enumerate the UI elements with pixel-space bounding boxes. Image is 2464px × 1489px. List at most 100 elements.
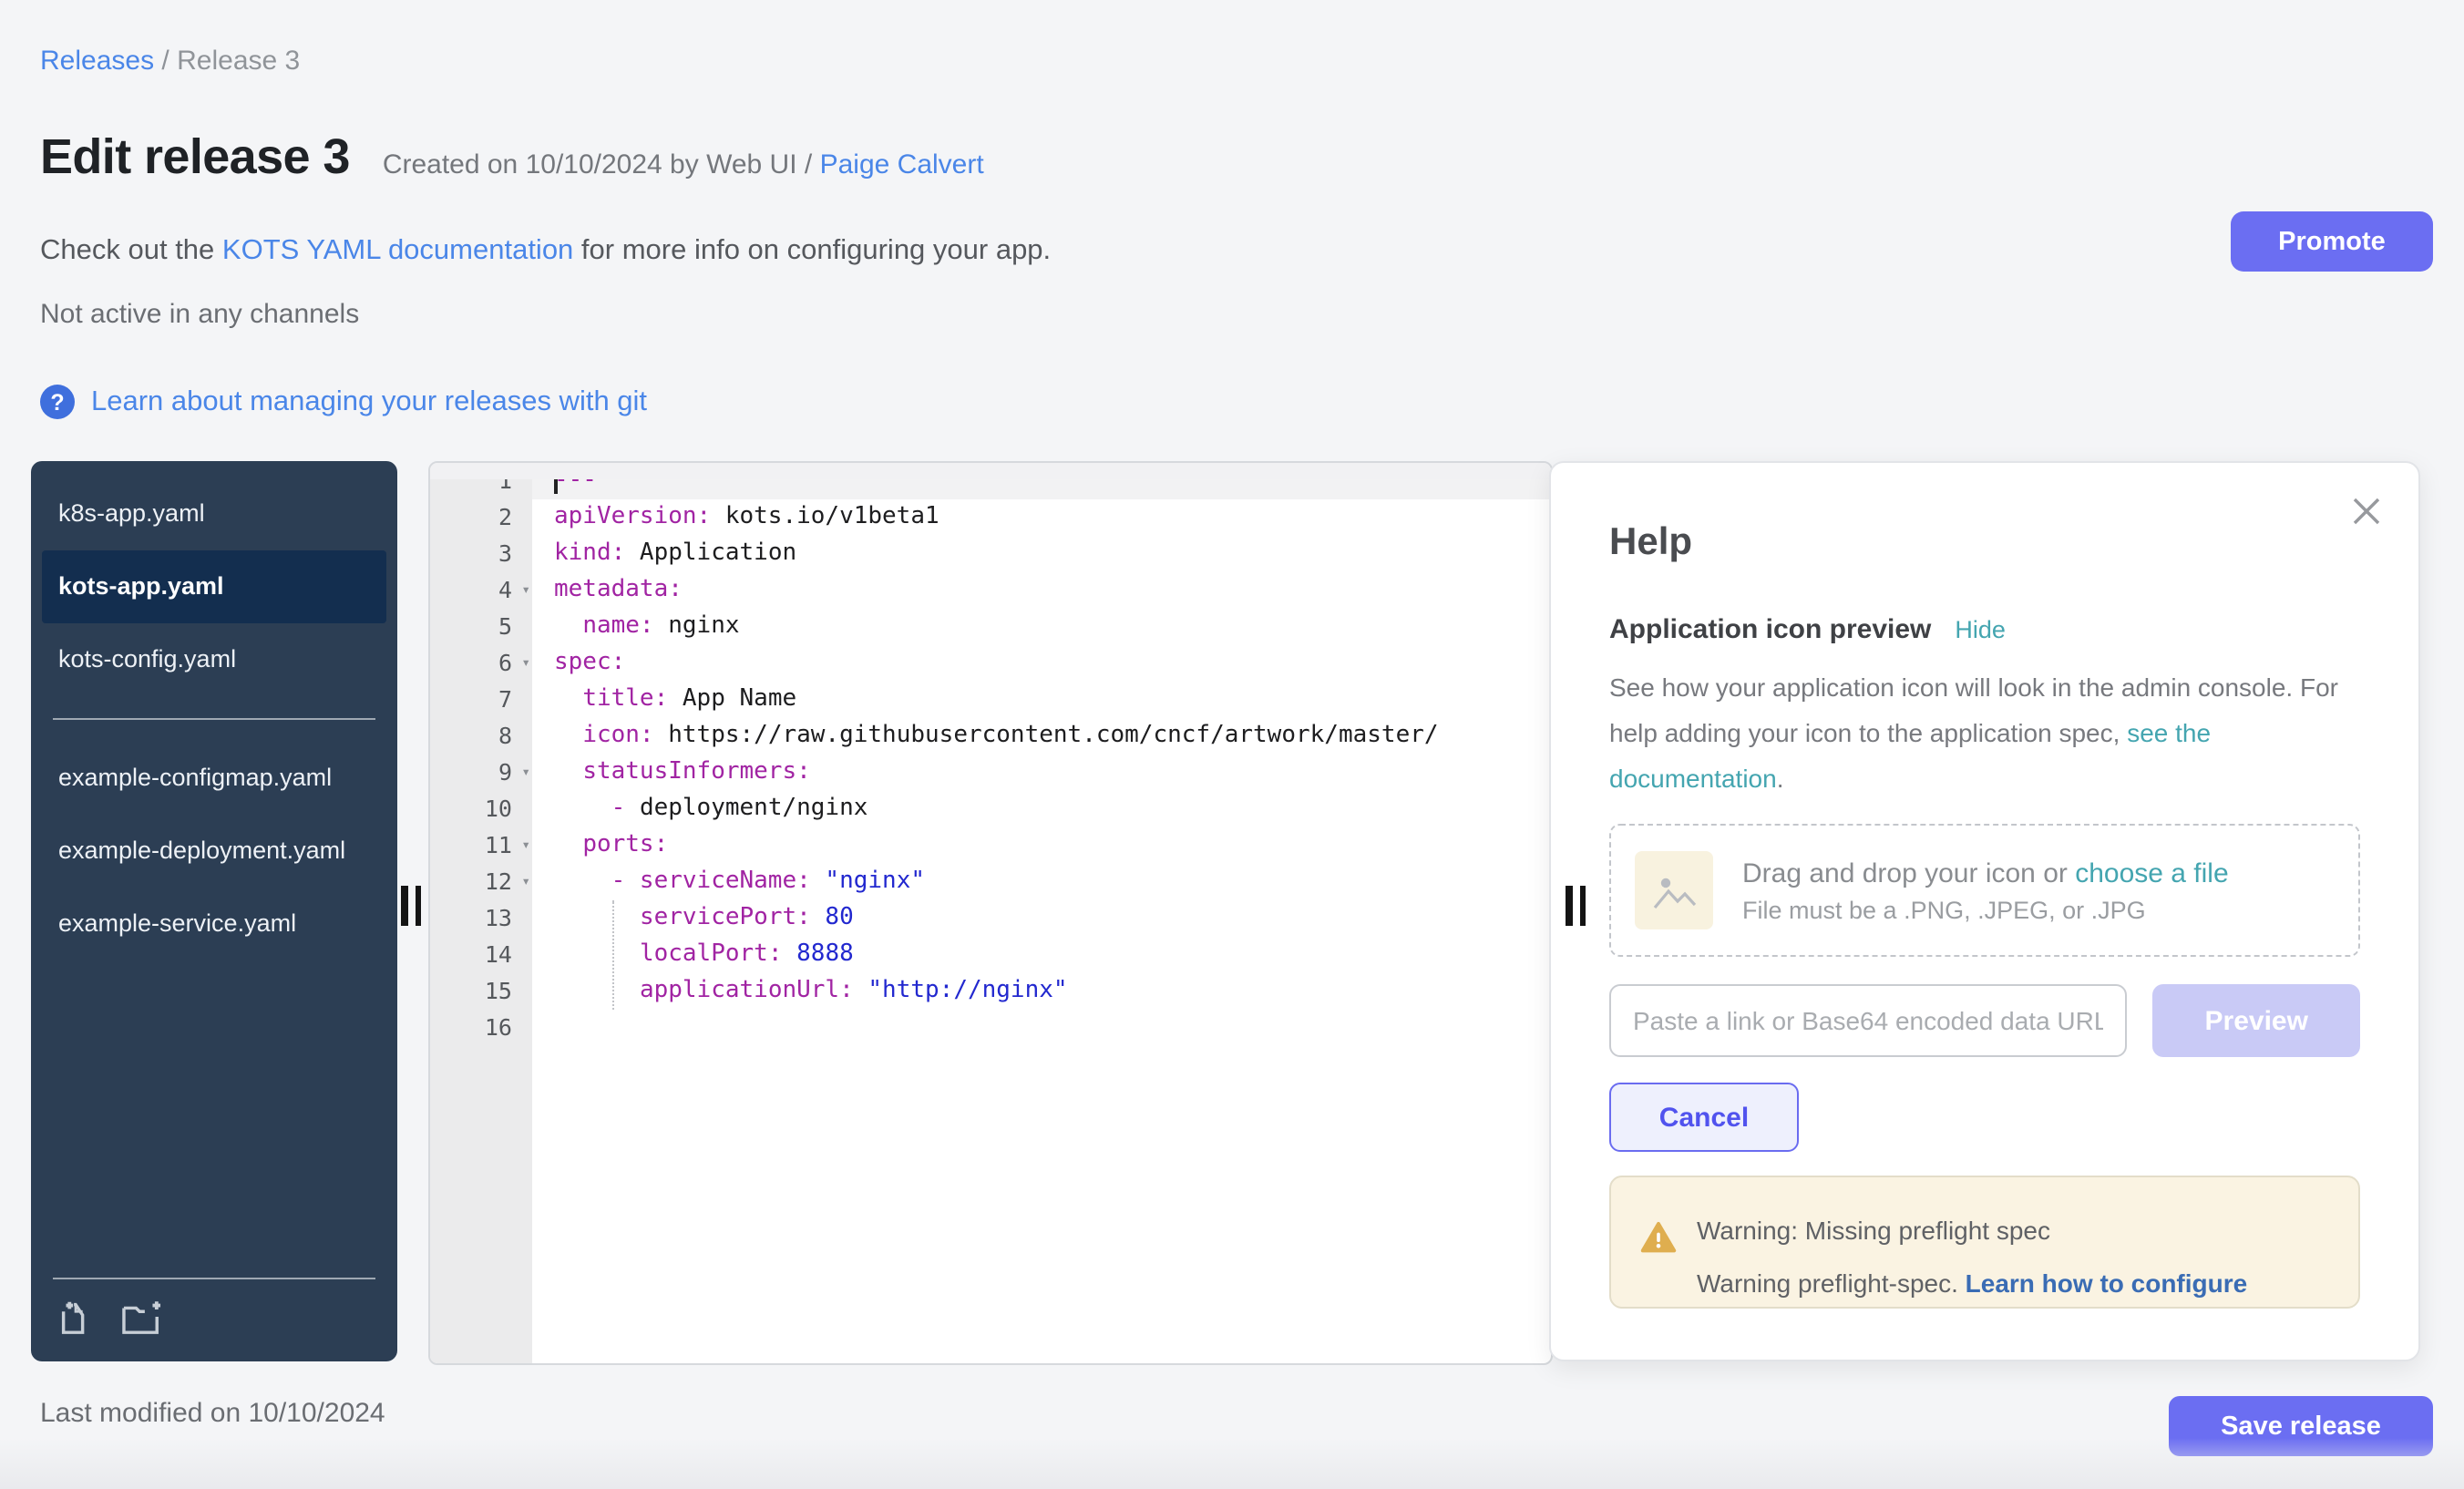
git-help-row[interactable]: ? Learn about managing your releases wit…	[40, 385, 647, 419]
sidebar-file-item[interactable]: k8s-app.yaml	[42, 478, 386, 550]
promote-button[interactable]: Promote	[2231, 211, 2433, 272]
sidebar-file-item[interactable]: example-configmap.yaml	[42, 742, 386, 815]
created-info: Created on 10/10/2024 by Web UI / Paige …	[383, 149, 984, 180]
editor-line[interactable]: 12▾ - serviceName: "nginx"	[430, 864, 1551, 900]
file-sidebar: k8s-app.yamlkots-app.yamlkots-config.yam…	[31, 461, 397, 1361]
code-text: title: App Name	[532, 682, 1551, 718]
sidebar-file-list: k8s-app.yamlkots-app.yamlkots-config.yam…	[31, 461, 397, 960]
help-panel: Help Application icon preview Hide See h…	[1549, 461, 2420, 1361]
line-number: 5	[430, 609, 532, 645]
code-text: statusInformers:	[532, 755, 1551, 791]
help-title: Help	[1609, 521, 2360, 565]
code-text: name: nginx	[532, 609, 1551, 645]
warning-icon	[1640, 1221, 1677, 1254]
learn-configure-link[interactable]: Learn how to configure	[1966, 1268, 2248, 1298]
code-text: servicePort: 80	[532, 900, 1551, 937]
line-number: 9▾	[430, 755, 532, 791]
chevron-down-icon[interactable]: ▾	[521, 827, 530, 864]
git-releases-link[interactable]: Learn about managing your releases with …	[91, 385, 647, 418]
breadcrumb: Releases / Release 3	[40, 46, 300, 77]
chevron-down-icon[interactable]: ▾	[521, 645, 530, 682]
edit-release-page: Releases / Release 3 Edit release 3 Crea…	[0, 0, 2464, 1489]
editor-line[interactable]: 5 name: nginx	[430, 609, 1551, 645]
kots-yaml-doc-link[interactable]: KOTS YAML documentation	[222, 235, 573, 266]
breadcrumb-separator: /	[154, 46, 177, 77]
chevron-down-icon[interactable]: ▾	[521, 572, 530, 609]
breadcrumb-releases-link[interactable]: Releases	[40, 46, 154, 77]
close-icon[interactable]	[2351, 496, 2382, 527]
editor-line[interactable]: 6▾spec:	[430, 645, 1551, 682]
title-row: Edit release 3 Created on 10/10/2024 by …	[40, 129, 984, 186]
drop-zone-hint: File must be a .PNG, .JPEG, or .JPG	[1742, 896, 2229, 923]
code-text: kind: Application	[532, 536, 1551, 572]
sidebar-file-item[interactable]: kots-config.yaml	[42, 623, 386, 696]
preflight-warning: Warning: Missing preflight spec Warning …	[1609, 1176, 2360, 1309]
help-description: See how your application icon will look …	[1609, 665, 2360, 802]
last-modified: Last modified on 10/10/2024	[40, 1398, 385, 1429]
code-text: icon: https://raw.githubusercontent.com/…	[532, 718, 1551, 755]
editor-line[interactable]: 14 localPort: 8888	[430, 937, 1551, 973]
code-text: localPort: 8888	[532, 937, 1551, 973]
image-placeholder-icon	[1635, 851, 1713, 929]
chevron-down-icon[interactable]: ▾	[521, 864, 530, 900]
doc-hint-line: Check out the KOTS YAML documentation fo…	[40, 235, 1051, 268]
line-number: 4▾	[430, 572, 532, 609]
code-text	[532, 1010, 1551, 1046]
line-number: 8	[430, 718, 532, 755]
editor-line[interactable]: 7 title: App Name	[430, 682, 1551, 718]
channel-status: Not active in any channels	[40, 299, 359, 330]
editor-lines: 1---2apiVersion: kots.io/v1beta13kind: A…	[430, 463, 1551, 1046]
sidebar-bottom	[31, 1278, 397, 1361]
warning-detail: Warning preflight-spec. Learn how to con…	[1697, 1268, 2329, 1298]
new-folder-icon[interactable]	[120, 1298, 164, 1336]
save-release-button[interactable]: Save release	[2169, 1396, 2433, 1456]
sidebar-file-item[interactable]: example-service.yaml	[42, 888, 386, 960]
line-number: 3	[430, 536, 532, 572]
indent-guide	[612, 900, 614, 1010]
line-number: 16	[430, 1010, 532, 1046]
editor-line[interactable]: 8 icon: https://raw.githubusercontent.co…	[430, 718, 1551, 755]
code-text: - serviceName: "nginx"	[532, 864, 1551, 900]
warning-title: Warning: Missing preflight spec	[1697, 1216, 2329, 1245]
icon-url-input[interactable]	[1609, 984, 2128, 1057]
editor-line[interactable]: 4▾metadata:	[430, 572, 1551, 609]
choose-file-link[interactable]: choose a file	[2075, 857, 2228, 888]
chevron-down-icon[interactable]: ▾	[521, 755, 530, 791]
editor-line[interactable]: 16	[430, 1010, 1551, 1046]
code-text: metadata:	[532, 572, 1551, 609]
help-resize-handle[interactable]	[1566, 886, 1586, 926]
cancel-button[interactable]: Cancel	[1609, 1083, 1799, 1152]
sidebar-file-item[interactable]: kots-app.yaml	[42, 550, 386, 623]
hide-link[interactable]: Hide	[1955, 616, 2006, 643]
icon-preview-title: Application icon preview	[1609, 614, 1931, 645]
line-number: 12▾	[430, 864, 532, 900]
editor-line[interactable]: 11▾ ports:	[430, 827, 1551, 864]
line-number: 11▾	[430, 827, 532, 864]
line-number: 13	[430, 900, 532, 937]
editor-line[interactable]: 9▾ statusInformers:	[430, 755, 1551, 791]
icon-drop-zone[interactable]: Drag and drop your icon or choose a file…	[1609, 824, 2360, 957]
editor-line[interactable]: 10 - deployment/nginx	[430, 791, 1551, 827]
question-icon: ?	[40, 385, 75, 419]
code-text: spec:	[532, 645, 1551, 682]
line-number: 15	[430, 973, 532, 1010]
line-number: 2	[430, 499, 532, 536]
new-file-icon[interactable]	[56, 1298, 95, 1336]
sidebar-file-item[interactable]: example-deployment.yaml	[42, 815, 386, 888]
preview-button[interactable]: Preview	[2153, 984, 2360, 1057]
code-text: apiVersion: kots.io/v1beta1	[532, 499, 1551, 536]
editor-line[interactable]: 15 applicationUrl: "http://nginx"	[430, 973, 1551, 1010]
drop-zone-text: Drag and drop your icon or choose a file	[1742, 857, 2229, 888]
editor-line[interactable]: 2apiVersion: kots.io/v1beta1	[430, 499, 1551, 536]
line-number: 10	[430, 791, 532, 827]
code-text: applicationUrl: "http://nginx"	[532, 973, 1551, 1010]
divider	[53, 718, 375, 720]
line-number: 7	[430, 682, 532, 718]
editor-line[interactable]: 13 servicePort: 80	[430, 900, 1551, 937]
editor-top-strip	[430, 463, 1551, 479]
page-title: Edit release 3	[40, 129, 350, 186]
author-link[interactable]: Paige Calvert	[820, 149, 984, 180]
editor-line[interactable]: 3kind: Application	[430, 536, 1551, 572]
sidebar-resize-handle[interactable]	[401, 886, 421, 926]
yaml-editor[interactable]: 1---2apiVersion: kots.io/v1beta13kind: A…	[428, 461, 1553, 1365]
